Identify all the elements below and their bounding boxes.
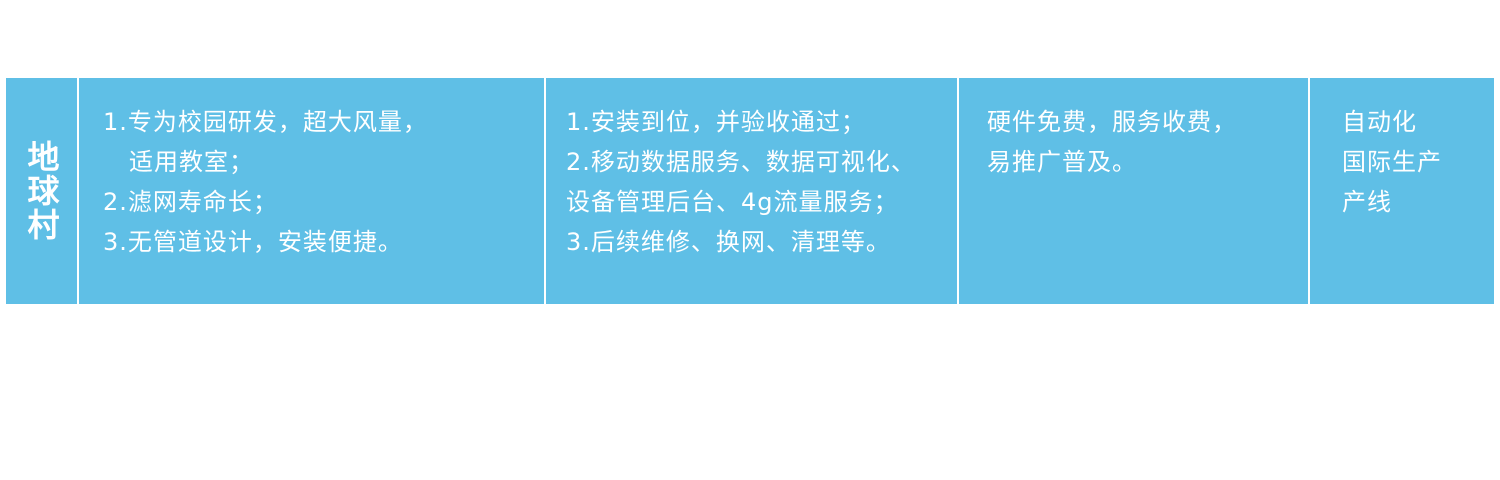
services-cell: 1.安装到位，并验收通过； 2.移动数据服务、数据可视化、 设备管理后台、4g流… — [546, 78, 957, 304]
production-line: 产线 — [1342, 188, 1392, 216]
pricing-line: 易推广普及。 — [987, 148, 1137, 176]
features-cell: 1.专为校园研发，超大风量， 适用教室； 2.滤网寿命长； 3.无管道设计，安装… — [79, 78, 544, 304]
brand-name-cell: 地球村 — [6, 78, 77, 304]
services-line: 设备管理后台、4g流量服务； — [566, 188, 899, 216]
product-comparison-row: 地球村 1.专为校园研发，超大风量， 适用教室； 2.滤网寿命长； 3.无管道设… — [6, 78, 1494, 304]
features-line: 1.专为校园研发，超大风量， — [103, 108, 428, 136]
features-line: 2.滤网寿命长； — [103, 188, 278, 216]
production-line: 国际生产 — [1342, 148, 1442, 176]
pricing-line: 硬件免费，服务收费， — [987, 108, 1237, 136]
brand-name: 地球村 — [22, 140, 61, 242]
services-line: 3.后续维修、换网、清理等。 — [566, 228, 891, 256]
features-line: 适用教室； — [129, 148, 254, 176]
features-line: 3.无管道设计，安装便捷。 — [103, 228, 403, 256]
production-cell: 自动化 国际生产 产线 — [1310, 78, 1494, 304]
services-line: 2.移动数据服务、数据可视化、 — [566, 148, 916, 176]
services-line: 1.安装到位，并验收通过； — [566, 108, 866, 136]
production-line: 自动化 — [1342, 108, 1417, 136]
pricing-cell: 硬件免费，服务收费， 易推广普及。 — [959, 78, 1308, 304]
